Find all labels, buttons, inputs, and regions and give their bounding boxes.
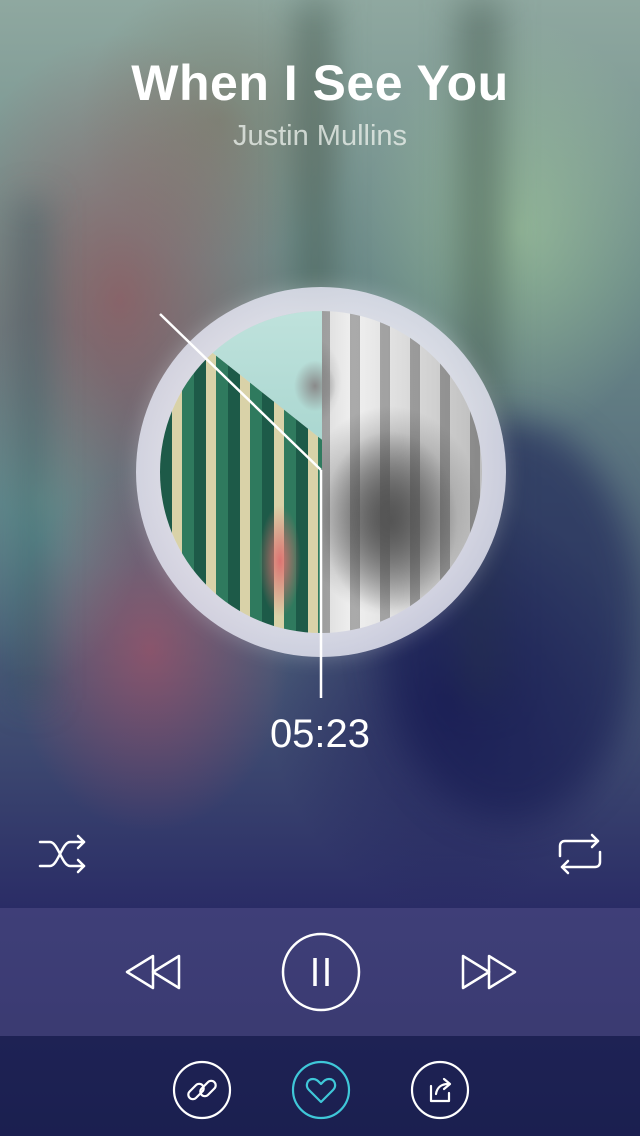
song-title: When I See You [131,55,509,111]
link-button[interactable] [172,1060,232,1120]
repeat-button[interactable] [552,826,608,882]
shuffle-button[interactable] [36,826,92,882]
share-button[interactable] [410,1060,470,1120]
favorite-button[interactable] [291,1060,351,1120]
rewind-icon [125,954,181,990]
elapsed-time: 05:23 [269,712,371,756]
repeat-icon [558,833,602,875]
song-header: When I See You Justin Mullins [0,52,640,153]
fast-forward-button[interactable] [454,946,524,998]
fast-forward-icon [461,954,517,990]
pause-button[interactable] [280,931,362,1013]
share-icon [410,1060,470,1120]
rewind-button[interactable] [118,946,188,998]
shuffle-icon [38,834,86,874]
album-art [160,311,482,633]
heart-icon [291,1060,351,1120]
artist-name: Justin Mullins [232,120,408,152]
pause-icon [281,932,361,1012]
link-icon [172,1060,232,1120]
